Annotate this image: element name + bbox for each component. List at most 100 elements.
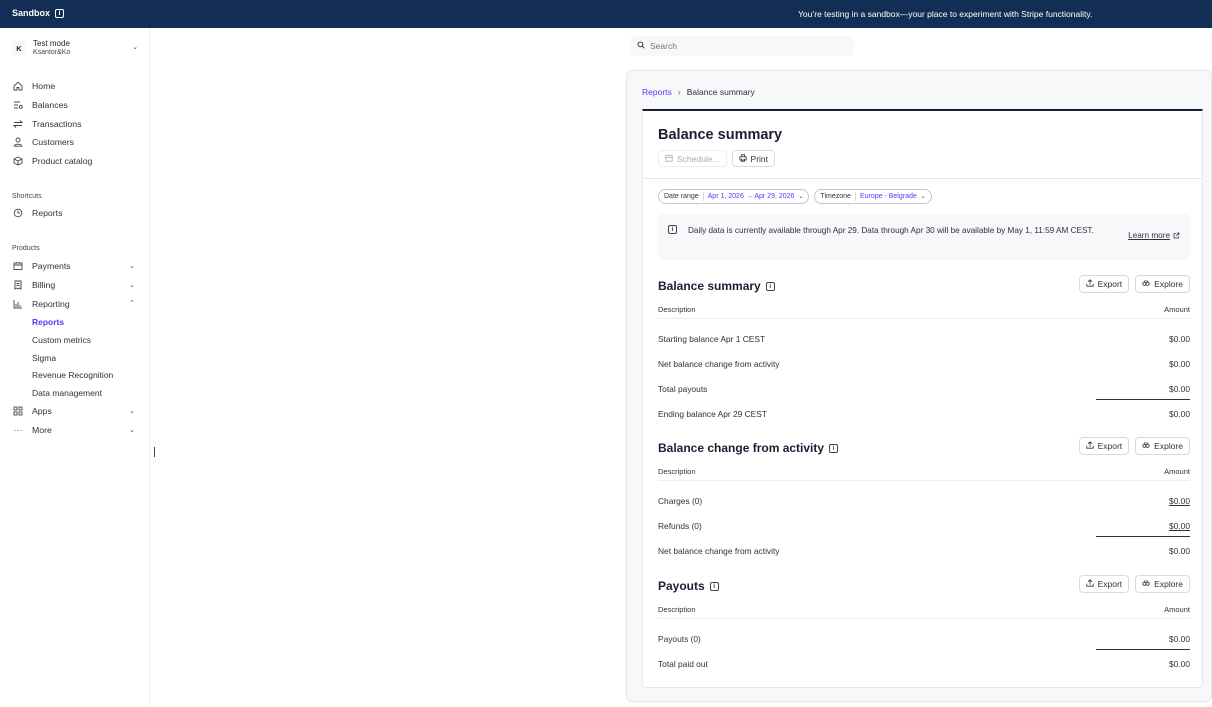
sidebar-item-apps[interactable]: Apps ⌄: [12, 402, 138, 421]
sidebar-item-balances[interactable]: Balances: [12, 96, 138, 115]
info-icon[interactable]: i: [709, 581, 719, 591]
column-amount: Amount: [1164, 305, 1190, 314]
clock-icon: [12, 207, 24, 219]
sidebar-item-billing[interactable]: Billing ⌄: [12, 276, 138, 295]
breadcrumb-reports-link[interactable]: Reports: [642, 87, 672, 97]
info-icon[interactable]: i: [765, 281, 775, 291]
data-availability-notice: i Daily data is currently available thro…: [658, 214, 1190, 260]
table-row: Starting balance Apr 1 CEST $0.00: [658, 334, 1190, 348]
report-drawer: Reports › Balance summary Balance summar…: [626, 70, 1212, 702]
sidebar-item-more[interactable]: ··· More ⌄: [12, 421, 138, 440]
total-divider: [1096, 399, 1190, 400]
learn-more-label: Learn more: [1128, 231, 1170, 240]
charges-amount-link[interactable]: $0.00: [1169, 496, 1190, 506]
table-row: Refunds (0) $0.00: [658, 521, 1190, 535]
section-title: Balance change from activity i: [658, 441, 839, 455]
info-icon[interactable]: i: [829, 443, 839, 453]
learn-more-link[interactable]: Learn more: [1128, 231, 1180, 240]
row-label: Net balance change from activity: [658, 359, 780, 369]
refunds-amount-link[interactable]: $0.00: [1169, 521, 1190, 531]
sandbox-message: You’re testing in a sandbox—your place t…: [798, 9, 1093, 19]
row-amount: $0.00: [1169, 659, 1190, 669]
sidebar-subitem-reports[interactable]: Reports: [12, 313, 138, 331]
sidebar-item-home[interactable]: Home: [12, 77, 138, 96]
table-header: Description Amount: [658, 605, 1190, 619]
explore-button[interactable]: Explore: [1135, 437, 1190, 455]
sidebar-item-reports-shortcut[interactable]: Reports: [12, 204, 138, 223]
external-link-icon: [1173, 232, 1180, 239]
export-label: Export: [1097, 441, 1123, 451]
schedule-button[interactable]: Schedule...: [658, 150, 727, 167]
search-bar[interactable]: [630, 36, 854, 56]
export-button[interactable]: Export: [1078, 275, 1130, 293]
account-mode: Test mode: [33, 39, 70, 48]
sandbox-label[interactable]: Sandbox i: [12, 8, 65, 18]
shortcuts-label: Shortcuts: [12, 193, 42, 200]
sidebar-item-reporting[interactable]: Reporting ⌃: [12, 294, 138, 313]
sidebar-subitem-custom-metrics[interactable]: Custom metrics: [12, 331, 138, 349]
column-amount: Amount: [1164, 605, 1190, 614]
table-header: Description Amount: [658, 305, 1190, 319]
products-nav: Payments ⌄ Billing ⌄ Reporting ⌃ Reports…: [12, 257, 138, 439]
print-button[interactable]: Print: [731, 150, 776, 167]
section-title: Balance summary i: [658, 279, 775, 293]
explore-button[interactable]: Explore: [1135, 275, 1190, 293]
chevron-down-icon: ⌄: [129, 408, 135, 416]
date-range-label: Date range: [664, 193, 699, 200]
chevron-down-icon: ⌄: [132, 44, 138, 51]
sandbox-text: Sandbox: [12, 8, 51, 18]
row-label: Net balance change from activity: [658, 546, 780, 556]
sidebar-item-product-catalog[interactable]: Product catalog: [12, 152, 138, 171]
export-label: Export: [1097, 579, 1123, 589]
table-header: Description Amount: [658, 467, 1190, 481]
timezone-value: Europe - Belgrade: [859, 193, 917, 200]
section-payouts: Payouts i Export Explore Description Amo…: [658, 575, 1190, 679]
billing-icon: [12, 279, 24, 291]
section-balance-summary: Balance summary i Export Explore Descrip…: [658, 275, 1190, 429]
schedule-label: Schedule...: [677, 153, 720, 164]
sidebar-item-label: Transactions: [32, 118, 82, 129]
section-title: Payouts i: [658, 579, 719, 593]
balances-icon: [12, 99, 24, 111]
print-icon: [738, 153, 747, 164]
timezone-filter[interactable]: Timezone Europe - Belgrade ⌄: [814, 189, 932, 204]
calendar-icon: [665, 154, 673, 164]
date-range-filter[interactable]: Date range Apr 1, 2026 → Apr 29, 2026 ⌄: [658, 189, 810, 204]
sidebar-item-payments[interactable]: Payments ⌄: [12, 257, 138, 276]
more-icon: ···: [13, 425, 23, 436]
info-icon[interactable]: i: [55, 8, 65, 18]
row-amount: $0.00: [1169, 359, 1190, 369]
sidebar-item-label: Product catalog: [32, 156, 93, 167]
shortcuts-nav: Reports: [12, 204, 138, 223]
table-row: Net balance change from activity $0.00: [658, 359, 1190, 373]
sidebar-subitem-revenue-recognition[interactable]: Revenue Recognition: [12, 366, 138, 384]
sidebar-item-customers[interactable]: Customers: [12, 133, 138, 152]
export-button[interactable]: Export: [1078, 575, 1130, 593]
row-label: Payouts (0): [658, 634, 701, 644]
row-amount: $0.00: [1169, 409, 1190, 419]
report-card: Balance summary Schedule... Print Date r…: [642, 109, 1203, 688]
row-amount: $0.00: [1169, 546, 1190, 556]
explore-button[interactable]: Explore: [1135, 575, 1190, 593]
column-description: Description: [658, 605, 696, 614]
sigma-icon: [1142, 579, 1150, 589]
sidebar-subitem-data-management[interactable]: Data management: [12, 384, 138, 402]
chevron-down-icon: ⌄: [798, 194, 804, 200]
sidebar-item-label: Apps: [32, 406, 52, 417]
sidebar-subitem-sigma[interactable]: Sigma: [12, 349, 138, 367]
search-input[interactable]: [650, 41, 840, 51]
row-label: Starting balance Apr 1 CEST: [658, 334, 766, 344]
table-row: Total paid out $0.00: [658, 659, 1190, 673]
chevron-down-icon: ⌄: [129, 263, 135, 270]
column-amount: Amount: [1164, 467, 1190, 476]
table-row: Charges (0) $0.00: [658, 496, 1190, 510]
row-label: Total paid out: [658, 659, 708, 669]
export-button[interactable]: Export: [1078, 437, 1130, 455]
explore-label: Explore: [1154, 579, 1183, 589]
sidebar-item-transactions[interactable]: Transactions: [12, 114, 138, 133]
products-label: Products: [12, 245, 40, 252]
apps-icon: [12, 405, 24, 417]
account-switcher[interactable]: K Test mode Ksantor&Ko ⌄: [12, 37, 138, 59]
sidebar-item-label: Reporting: [32, 298, 70, 309]
reporting-icon: [12, 298, 24, 310]
